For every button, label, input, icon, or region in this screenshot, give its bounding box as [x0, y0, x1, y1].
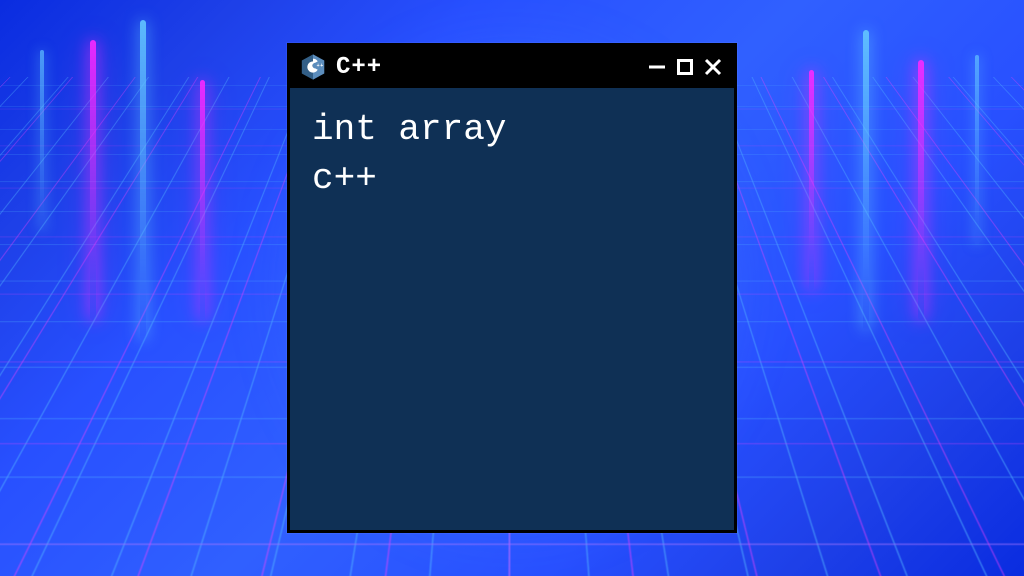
terminal-body: int array c++ — [290, 88, 734, 530]
cpp-logo-icon: + + — [298, 52, 328, 82]
code-line-1: int array — [312, 106, 712, 155]
neon-line — [200, 80, 205, 320]
close-button[interactable] — [702, 53, 724, 81]
svg-text:+: + — [320, 63, 323, 69]
neon-line — [140, 20, 146, 340]
code-line-2: c++ — [312, 155, 712, 204]
neon-line — [809, 70, 814, 290]
terminal-window: + + C++ int array c++ — [287, 43, 737, 533]
window-title: C++ — [336, 54, 638, 81]
neon-line — [90, 40, 96, 320]
neon-line — [918, 60, 924, 320]
window-titlebar[interactable]: + + C++ — [290, 46, 734, 88]
neon-line — [40, 50, 44, 230]
minimize-button[interactable] — [646, 53, 668, 81]
neon-line — [863, 30, 869, 330]
window-controls — [646, 53, 724, 81]
neon-line — [975, 55, 979, 245]
svg-text:+: + — [317, 63, 320, 69]
maximize-button[interactable] — [674, 53, 696, 81]
